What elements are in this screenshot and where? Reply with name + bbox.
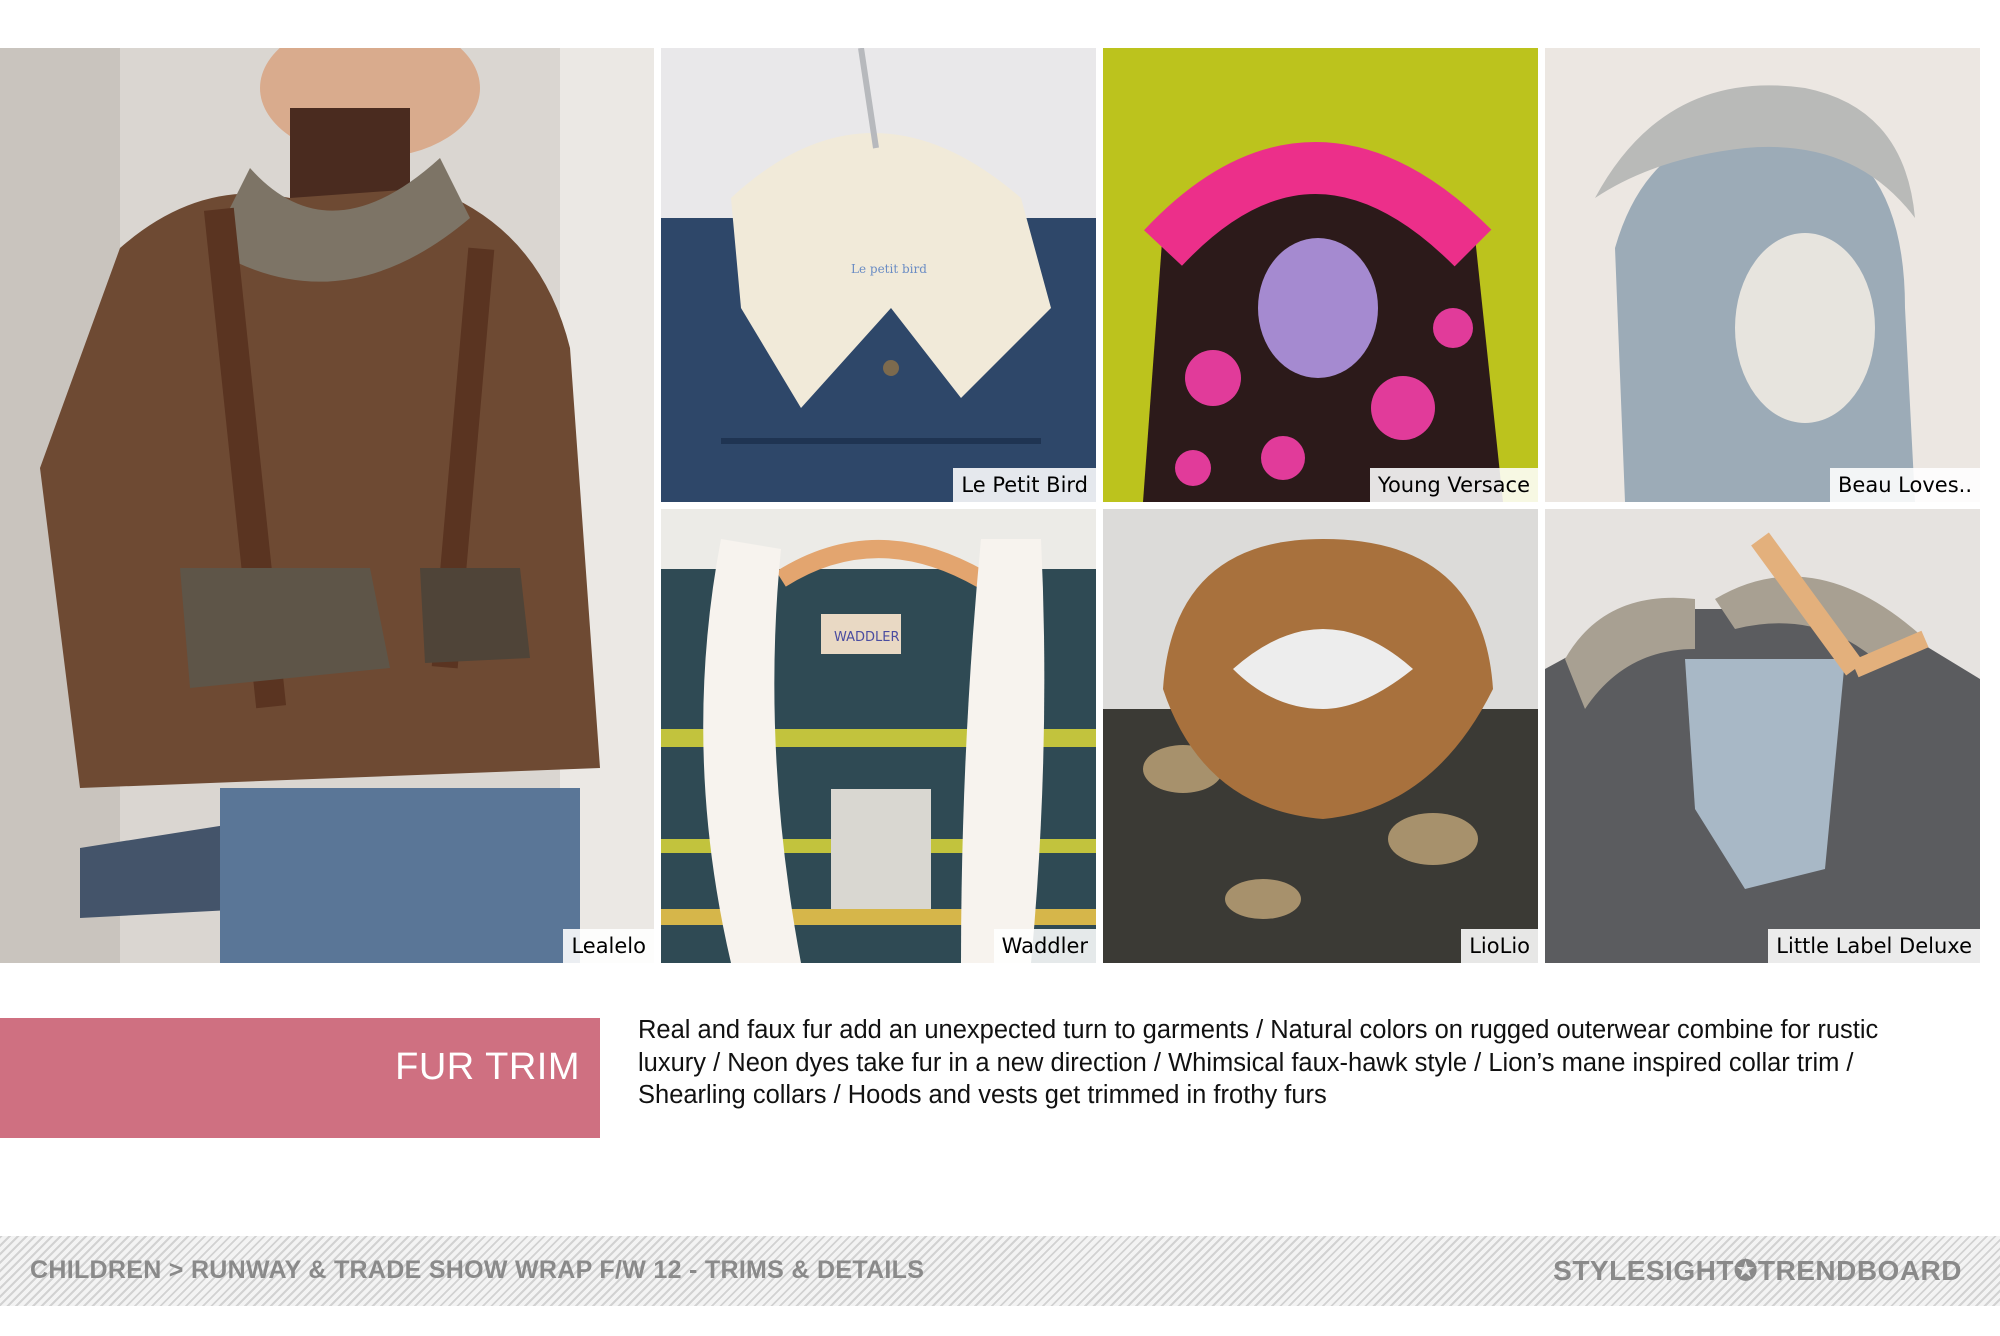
trend-description: Real and faux fur add an unexpected turn…	[638, 1016, 1879, 1109]
photo-lealelo: Lealelo	[0, 48, 654, 963]
trend-title-band: FUR TRIM	[0, 1018, 600, 1138]
photo-caption: Little Label Deluxe	[1768, 929, 1980, 963]
photo-little-label-deluxe: Little Label Deluxe	[1545, 509, 1980, 963]
photo-caption: Lealelo	[563, 929, 654, 963]
photo-caption: Young Versace	[1369, 468, 1538, 502]
breadcrumb: CHILDREN > RUNWAY & TRADE SHOW WRAP F/W …	[30, 1256, 925, 1284]
lion-mane-collar-image	[1103, 509, 1538, 963]
photo-caption: Beau Loves..	[1830, 468, 1980, 502]
neon-fur-hood-image	[1103, 48, 1538, 502]
fairisle-sweater-fur-trim-image: WADDLER	[661, 509, 1096, 963]
runway-child-image	[0, 48, 654, 963]
photo-liolio: LioLio	[1103, 509, 1538, 963]
garment-tag-text: WADDLER	[834, 630, 900, 645]
grey-jacket-shearling-collar-image	[1545, 509, 1980, 963]
trend-title: FUR TRIM	[395, 1046, 580, 1088]
photo-le-petit-bird: Le petit bird Le Petit Bird	[661, 48, 1096, 502]
denim-jacket-shearling-collar-image: Le petit bird	[661, 48, 1096, 502]
photo-waddler: WADDLER Waddler	[661, 509, 1096, 963]
footer-bar: CHILDREN > RUNWAY & TRADE SHOW WRAP F/W …	[0, 1236, 2000, 1306]
photo-caption: LioLio	[1461, 929, 1538, 963]
photo-caption: Waddler	[993, 929, 1096, 963]
fur-hawk-balaclava-image	[1545, 48, 1980, 502]
photo-caption: Le Petit Bird	[953, 468, 1096, 502]
photo-beau-loves: Beau Loves..	[1545, 48, 1980, 502]
garment-tag-text: Le petit bird	[851, 262, 927, 276]
brand-logo-text: STYLESIGHT✪TRENDBOARD	[1553, 1255, 1962, 1286]
photo-young-versace: Young Versace	[1103, 48, 1538, 502]
